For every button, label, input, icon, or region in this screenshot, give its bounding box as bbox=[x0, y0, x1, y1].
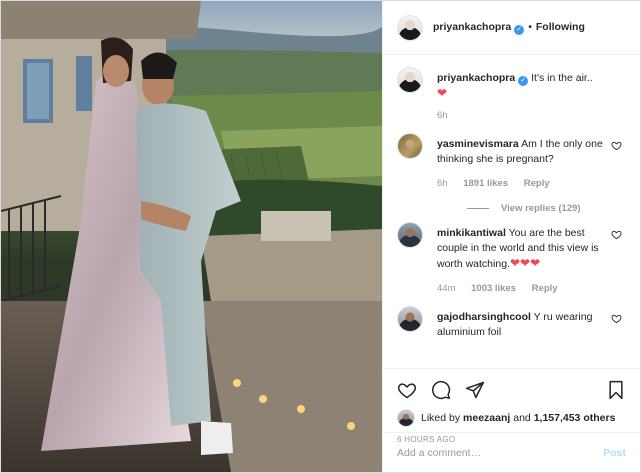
view-replies-line bbox=[467, 208, 489, 209]
post-side-panel: priyankachopra ✓ • Following priyankachopra… bbox=[382, 1, 640, 472]
reply-button[interactable]: Reply bbox=[532, 283, 558, 294]
view-replies-label: View replies (129) bbox=[501, 203, 581, 214]
avatar[interactable] bbox=[397, 306, 423, 332]
caption-meta: 6h bbox=[437, 108, 604, 123]
post-header: priyankachopra ✓ • Following bbox=[383, 1, 640, 55]
couple-balcony-photo bbox=[1, 1, 382, 472]
comment-username[interactable]: minkikantiwal bbox=[437, 227, 506, 239]
comment-like-heart-icon[interactable] bbox=[611, 229, 622, 240]
comment-item: minkikantiwal You are the best couple in… bbox=[397, 222, 626, 296]
caption-text: It's in the air.. bbox=[531, 72, 593, 84]
avatar[interactable] bbox=[397, 14, 423, 41]
likes-count[interactable]: 1,157,453 others bbox=[534, 412, 616, 424]
comment-username[interactable]: gajodharsinghcool bbox=[437, 311, 531, 323]
add-comment-bar: Post bbox=[383, 432, 640, 472]
post-photo[interactable] bbox=[1, 1, 382, 472]
caption-heart: ❤ bbox=[437, 86, 448, 100]
header-username[interactable]: priyankachopra bbox=[433, 21, 511, 33]
verified-icon: ✓ bbox=[518, 76, 529, 86]
comment-meta: 6h 1891 likes Reply bbox=[437, 176, 604, 191]
comment-body: yasminevismara Am I the only one thinkin… bbox=[437, 137, 626, 191]
avatar[interactable] bbox=[397, 67, 423, 93]
comment-likes[interactable]: 1891 likes bbox=[463, 178, 508, 189]
avatar[interactable] bbox=[397, 222, 423, 248]
caption: priyankachopra ✓ It's in the air.. ❤ 6h bbox=[397, 67, 626, 123]
comment-item: gajodharsinghcool Y ru wearing aluminium… bbox=[397, 306, 626, 340]
caption-time[interactable]: 6h bbox=[437, 110, 448, 121]
comment-username[interactable]: yasminevismara bbox=[437, 138, 519, 150]
following-button[interactable]: Following bbox=[536, 21, 585, 33]
comment-like-heart-icon[interactable] bbox=[611, 140, 622, 151]
caption-username[interactable]: priyankachopra bbox=[437, 72, 515, 84]
likes-prefix: Liked by bbox=[421, 412, 461, 424]
comments-list[interactable]: priyankachopra ✓ It's in the air.. ❤ 6h y… bbox=[383, 55, 640, 368]
likes-user[interactable]: meezaanj bbox=[463, 412, 510, 424]
view-replies-button[interactable]: View replies (129) bbox=[467, 203, 626, 214]
share-icon[interactable] bbox=[465, 380, 485, 400]
comment-item: yasminevismara Am I the only one thinkin… bbox=[397, 133, 626, 191]
comment-like-heart-icon[interactable] bbox=[611, 313, 622, 324]
action-icons bbox=[397, 377, 626, 403]
comment-meta: 44m 1003 likes Reply bbox=[437, 281, 604, 296]
add-comment-input[interactable] bbox=[397, 446, 604, 459]
comment-body: minkikantiwal You are the best couple in… bbox=[437, 226, 626, 296]
action-bar: Liked by meezaanj and 1,157,453 others 6… bbox=[383, 368, 640, 444]
header-separator: • bbox=[528, 20, 532, 33]
comment-hearts: ❤❤❤ bbox=[509, 256, 541, 270]
comment-time[interactable]: 44m bbox=[437, 283, 455, 294]
likes-middle: and bbox=[513, 412, 531, 424]
avatar[interactable] bbox=[397, 409, 415, 427]
header-user-line: priyankachopra ✓ • Following bbox=[433, 21, 585, 35]
caption-body: priyankachopra ✓ It's in the air.. ❤ 6h bbox=[437, 71, 626, 123]
likes-summary: Liked by meezaanj and 1,157,453 others bbox=[397, 409, 626, 427]
avatar[interactable] bbox=[397, 133, 423, 159]
reply-button[interactable]: Reply bbox=[524, 178, 550, 189]
instagram-post-modal: priyankachopra ✓ • Following priyankachopra… bbox=[0, 0, 641, 473]
bookmark-icon[interactable] bbox=[606, 380, 626, 400]
comment-icon[interactable] bbox=[431, 380, 451, 400]
heart-icon[interactable] bbox=[397, 380, 417, 400]
post-button[interactable]: Post bbox=[603, 447, 626, 459]
verified-icon: ✓ bbox=[514, 24, 525, 35]
comment-body: gajodharsinghcool Y ru wearing aluminium… bbox=[437, 310, 626, 340]
comment-likes[interactable]: 1003 likes bbox=[471, 283, 516, 294]
comment-time[interactable]: 6h bbox=[437, 178, 448, 189]
